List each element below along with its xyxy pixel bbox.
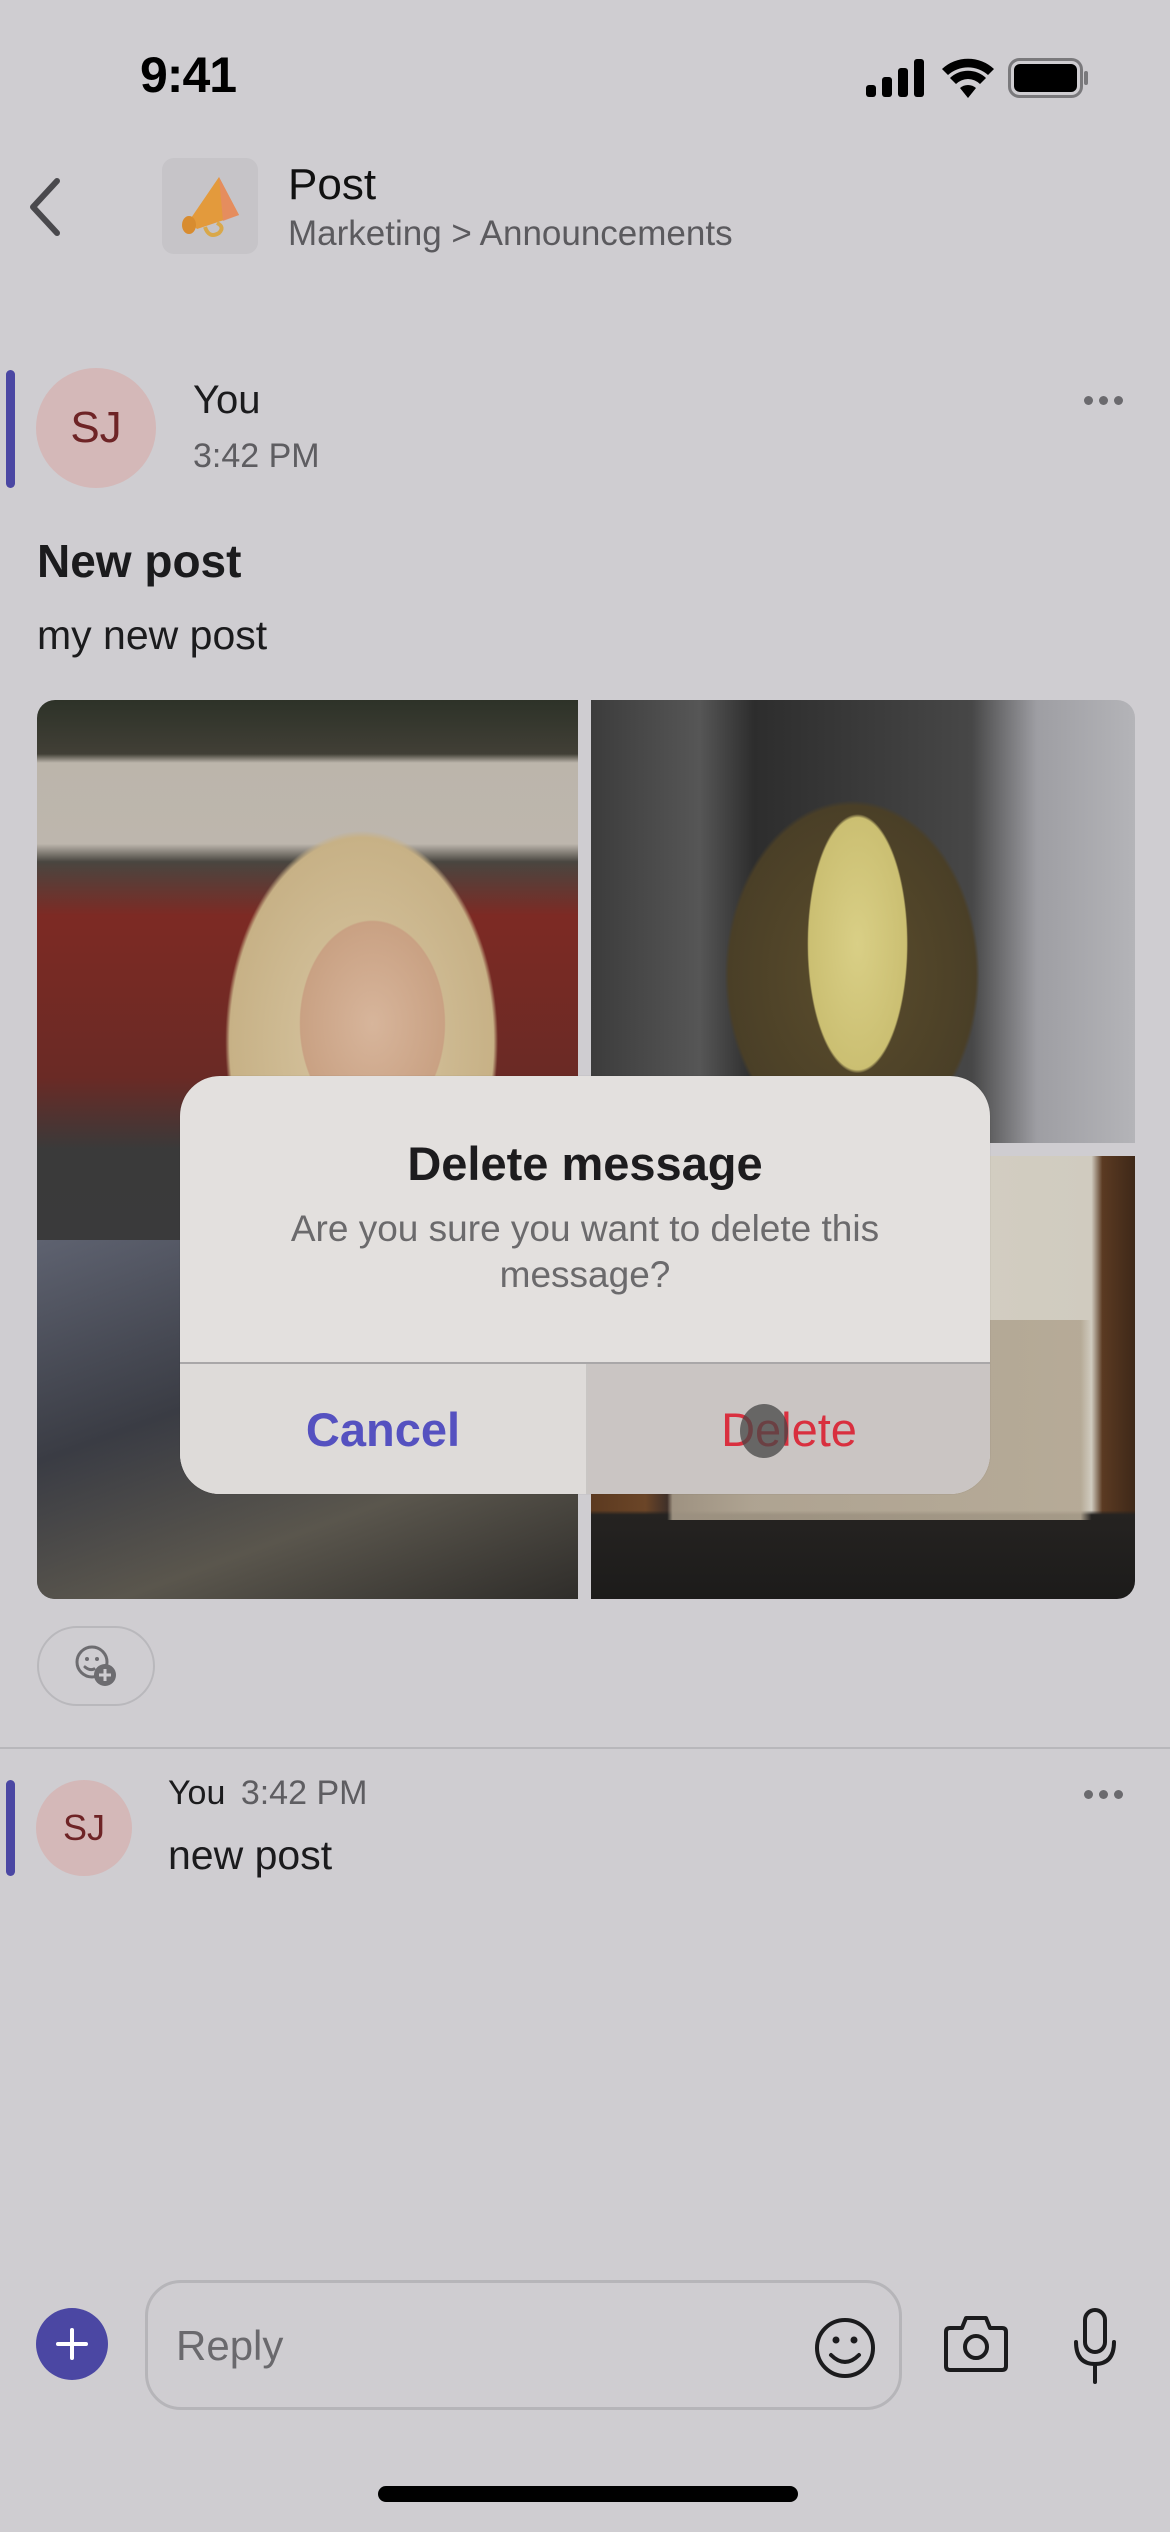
emoji-icon	[815, 2318, 875, 2378]
delete-button[interactable]: Delete	[588, 1364, 990, 1494]
reply-input[interactable]	[176, 2313, 736, 2379]
channel-avatar	[162, 158, 258, 254]
cancel-button[interactable]: Cancel	[180, 1364, 586, 1494]
post-title: New post	[37, 535, 242, 587]
avatar[interactable]: SJ	[36, 1780, 132, 1876]
own-message-indicator	[6, 1780, 15, 1876]
cellular-signal-icon	[866, 59, 924, 97]
microphone-button[interactable]	[1072, 2308, 1118, 2384]
more-horizontal-icon[interactable]	[1084, 1790, 1123, 1799]
message-body: new post	[168, 1832, 333, 1878]
home-indicator[interactable]	[378, 2486, 798, 2502]
touch-indicator	[740, 1404, 788, 1458]
reply-box	[145, 2280, 902, 2410]
message-author: You	[168, 1774, 226, 1812]
chevron-left-icon	[30, 178, 60, 236]
megaphone-icon	[182, 177, 239, 237]
breadcrumb: Marketing > Announcements	[288, 214, 733, 253]
camera-icon	[944, 2316, 1008, 2372]
post-body: my new post	[37, 612, 268, 658]
microphone-icon	[1074, 2308, 1116, 2384]
more-horizontal-icon[interactable]	[1084, 396, 1123, 405]
avatar[interactable]: SJ	[36, 368, 156, 488]
emoji-button[interactable]	[813, 2315, 877, 2381]
page-title: Post	[288, 160, 377, 209]
status-icons	[866, 58, 1090, 98]
alert-title: Delete message	[407, 1137, 763, 1190]
message-timestamp: 3:42 PM	[240, 1774, 368, 1812]
add-reaction-icon	[75, 1645, 116, 1686]
delete-message-alert: Delete message Are you sure you want to …	[180, 1076, 990, 1494]
add-attachment-button[interactable]	[36, 2308, 108, 2380]
camera-button[interactable]	[944, 2314, 1008, 2372]
add-reaction-button[interactable]	[37, 1626, 155, 1706]
message-author: You	[193, 378, 261, 422]
back-button[interactable]	[20, 172, 70, 242]
status-time: 9:41	[140, 47, 237, 103]
wifi-icon	[942, 58, 994, 98]
alert-message: Are you sure you want to delete this mes…	[290, 1208, 880, 1295]
message-divider	[0, 1747, 1170, 1749]
plus-icon	[56, 2328, 88, 2360]
battery-icon	[1008, 58, 1088, 98]
message-timestamp: 3:42 PM	[193, 437, 320, 475]
own-message-indicator	[6, 370, 15, 488]
message-header: You 3:42 PM	[168, 1774, 367, 1813]
